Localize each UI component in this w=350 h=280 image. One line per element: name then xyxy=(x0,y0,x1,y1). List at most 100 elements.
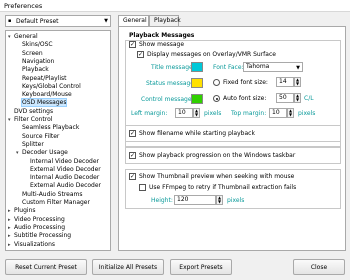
preset-icon: ▪ xyxy=(8,18,12,24)
title-message-label: Title message: xyxy=(151,64,195,71)
tree-item[interactable]: Navigation xyxy=(16,58,54,66)
height-spinner[interactable]: ▲ ▼ xyxy=(216,195,223,205)
window-title: Preferences xyxy=(4,2,43,10)
close-button[interactable]: Close xyxy=(293,259,345,275)
font-face-value: Tahoma xyxy=(246,63,270,70)
tree-item-label: Source Filter xyxy=(22,132,60,140)
overlay-checkbox[interactable]: ✓ Display messages on Overlay/VMR Surfac… xyxy=(137,51,276,58)
auto-font-input[interactable]: 50 xyxy=(276,93,294,103)
top-margin-unit: pixels xyxy=(298,110,316,117)
tree-item-label: Keys/Global Control xyxy=(22,82,81,90)
control-color-swatch[interactable] xyxy=(191,94,203,104)
tree-item[interactable]: Source Filter xyxy=(16,133,59,141)
tree-item[interactable]: Repeat/Playlist xyxy=(16,75,66,83)
tree-item[interactable]: Custom Filter Manager xyxy=(16,199,90,207)
tree-item[interactable]: OSD Messages xyxy=(16,98,68,108)
top-margin-label: Top margin: xyxy=(231,110,267,117)
tree-item[interactable]: Internal Audio Decoder xyxy=(24,174,99,182)
tree-item[interactable]: Internal Video Decoder xyxy=(24,158,99,166)
auto-font-label: Auto font size: xyxy=(223,95,267,102)
tree-item-label: Screen xyxy=(22,49,43,57)
preset-select[interactable]: ▪ Default Preset ▼ xyxy=(5,15,111,27)
checkbox-check-icon: ✓ xyxy=(129,130,136,137)
use-ffmpeg-checkbox[interactable]: Use FFmpeg to retry if Thumbnail extract… xyxy=(139,184,296,191)
checkbox-check-icon: ✓ xyxy=(137,51,144,58)
tree-item-label: Custom Filter Manager xyxy=(22,199,90,206)
height-input[interactable]: 120 xyxy=(174,195,216,205)
initialize-presets-button[interactable]: Initialize All Presets xyxy=(92,259,164,275)
tree-item[interactable]: ▸ Plugins xyxy=(8,207,36,215)
title-color-swatch[interactable] xyxy=(191,62,203,72)
tab-playback[interactable]: Playback xyxy=(149,15,181,26)
tree-item-label: Filter Control xyxy=(14,116,53,123)
tree-item[interactable]: ▸ Audio Processing xyxy=(8,224,65,232)
settings-panel: Playback Messages ✓ Show message ✓ Displ… xyxy=(118,26,346,251)
tree-item-label: Plugins xyxy=(14,207,36,215)
top-margin-spinner[interactable]: ▲ ▼ xyxy=(287,108,294,118)
show-progress-checkbox[interactable]: ✓ Show playback progression on the Windo… xyxy=(129,152,295,159)
tree-item-label: Internal Video Decoder xyxy=(30,157,99,165)
font-face-select[interactable]: Tahoma ▼ xyxy=(243,62,303,72)
tree-item-label: Playback xyxy=(22,66,49,74)
tree-item-label: Audio Processing xyxy=(14,223,65,231)
font-face-label: Font Face: xyxy=(213,64,244,71)
spin-down-icon: ▼ xyxy=(194,112,199,117)
show-progress-label: Show playback progression on the Windows… xyxy=(139,152,296,159)
tree-item[interactable]: Splitter xyxy=(16,141,44,149)
tree-item[interactable]: External Audio Decoder xyxy=(24,182,101,190)
tree-item-label: External Audio Decoder xyxy=(30,182,102,190)
reset-preset-button[interactable]: Reset Current Preset xyxy=(5,259,87,275)
tree-item[interactable]: Screen xyxy=(16,50,43,58)
spin-down-icon: ▼ xyxy=(295,81,300,86)
tree-item[interactable]: Playback xyxy=(16,66,49,74)
status-message-label: Status message: xyxy=(146,80,197,87)
settings-tree[interactable]: ▾ General Skins/OSC Screen Navigation Playbac… xyxy=(5,30,111,251)
show-message-checkbox[interactable]: ✓ Show message xyxy=(129,41,184,48)
fixed-font-spinner[interactable]: ▲ ▼ xyxy=(294,77,301,87)
spin-down-icon: ▼ xyxy=(295,97,300,102)
tree-item-label: DVD settings xyxy=(14,107,54,115)
status-color-swatch[interactable] xyxy=(191,78,203,88)
chevron-down-icon: ▼ xyxy=(104,18,108,24)
tree-item[interactable]: Multi-Audio Streams xyxy=(16,191,83,199)
tree-item[interactable]: Keyboard/Mouse xyxy=(16,91,72,99)
tree-item-label: Video Processing xyxy=(14,215,65,223)
left-margin-input[interactable]: 10 xyxy=(175,108,193,118)
tree-item-label: General xyxy=(14,33,38,40)
tree-item[interactable]: ▸ Subtitle Processing xyxy=(8,232,71,240)
tree-item[interactable]: External Video Decoder xyxy=(24,166,101,174)
tree-item-label: Decoder Usage xyxy=(22,149,68,157)
show-filename-checkbox[interactable]: ✓ Show filename while starting playback xyxy=(129,130,255,137)
tree-item[interactable]: Seamless Playback xyxy=(16,124,79,132)
tree-item[interactable]: ▸ Visualizations xyxy=(8,241,55,249)
export-presets-button[interactable]: Export Presets xyxy=(170,259,232,275)
tree-item-label: OSD Messages xyxy=(20,98,68,108)
tree-item[interactable]: ▾ General xyxy=(8,33,38,41)
left-margin-spinner[interactable]: ▲ ▼ xyxy=(193,108,200,118)
top-margin-input[interactable]: 10 xyxy=(269,108,287,118)
auto-font-spinner[interactable]: ▲ ▼ xyxy=(294,93,301,103)
tree-item-label: Navigation xyxy=(22,57,55,65)
tree-item[interactable]: ▾ Decoder Usage xyxy=(16,149,68,157)
fixed-font-input[interactable]: 14 xyxy=(276,77,294,87)
tree-item[interactable]: ▸ Video Processing xyxy=(8,216,65,224)
show-thumbnail-label: Show Thumbnail preview when seeking with… xyxy=(139,173,295,180)
left-margin-label: Left margin: xyxy=(131,110,168,117)
show-thumbnail-checkbox[interactable]: ✓ Show Thumbnail preview when seeking wi… xyxy=(129,173,294,180)
fixed-font-radio[interactable]: Fixed font size: xyxy=(213,79,268,86)
spin-down-icon: ▼ xyxy=(288,112,293,117)
tree-item[interactable]: Skins/OSC xyxy=(16,41,53,49)
tree-item-label: Seamless Playback xyxy=(22,124,80,132)
tree-item[interactable]: DVD settings xyxy=(8,108,53,116)
tree-item-label: Internal Audio Decoder xyxy=(30,174,100,182)
control-message-label: Control message: xyxy=(141,96,194,103)
left-margin-unit: pixels xyxy=(204,110,222,117)
show-filename-label: Show filename while starting playback xyxy=(139,130,255,137)
use-ffmpeg-label: Use FFmpeg to retry if Thumbnail extract… xyxy=(149,184,297,191)
tree-item[interactable]: Keys/Global Control xyxy=(16,83,81,91)
show-message-label: Show message xyxy=(139,41,185,48)
radio-selected-icon xyxy=(213,95,220,102)
auto-font-radio[interactable]: Auto font size: xyxy=(213,95,266,102)
tree-item[interactable]: ▾ Filter Control xyxy=(8,116,52,124)
tree-item-label: Visualizations xyxy=(14,240,56,248)
